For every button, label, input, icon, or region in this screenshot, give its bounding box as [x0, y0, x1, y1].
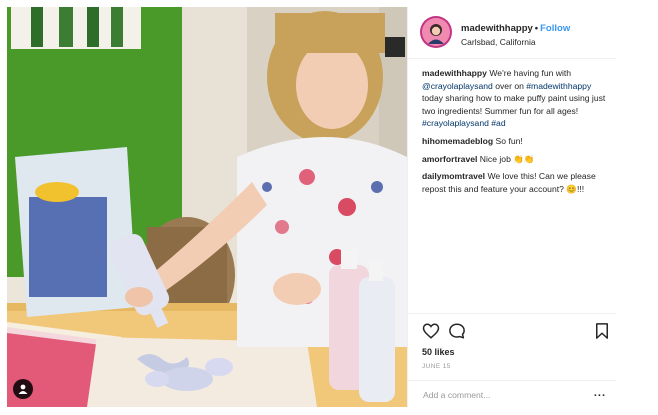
caption: madewithhappy We're having fun with @cra…	[422, 67, 610, 130]
caption-text: over on	[495, 80, 524, 91]
bookmark-icon[interactable]	[593, 322, 611, 340]
comment-item: amorfortravel Nice job 👏👏	[422, 153, 610, 166]
comment-username[interactable]: dailymomtravel	[422, 171, 485, 181]
more-options-button[interactable]: ...	[594, 387, 606, 399]
comments-section: madewithhappy We're having fun with @cra…	[422, 67, 610, 200]
comment-text: So fun!	[495, 135, 523, 146]
post-sidebar: madewithhappy • Follow Carlsbad, Californi…	[407, 7, 616, 408]
separator-dot: •	[534, 23, 539, 34]
add-comment-input[interactable]	[421, 386, 585, 404]
comment-username[interactable]: amorfortravel	[422, 154, 477, 164]
action-bar: 50 likes JUNE 15 ...	[408, 313, 616, 408]
comment-text: Nice job 👏👏	[479, 153, 535, 164]
comment-icon[interactable]	[448, 322, 466, 340]
likes-count[interactable]: 50 likes	[422, 347, 455, 357]
caption-username[interactable]: madewithhappy	[422, 68, 487, 78]
post-photo[interactable]	[7, 7, 407, 407]
caption-text: We're having fun with	[489, 68, 572, 78]
instagram-post: madewithhappy • Follow Carlsbad, Californi…	[7, 7, 616, 408]
post-date: JUNE 15	[422, 363, 451, 370]
post-location[interactable]: Carlsbad, California	[461, 37, 536, 47]
comment-item: dailymomtravel We love this! Can we plea…	[422, 170, 610, 195]
user-tag-icon[interactable]	[13, 379, 33, 399]
caption-text: today sharing how to make puffy paint us…	[422, 93, 606, 116]
author-username[interactable]: madewithhappy	[461, 23, 533, 34]
hashtag-link[interactable]: #ad	[491, 118, 505, 128]
author-line: madewithhappy • Follow	[461, 23, 570, 34]
add-comment-bar: ...	[408, 380, 616, 408]
hashtag-link[interactable]: #crayolaplaysand	[422, 118, 489, 128]
comment-item: hihomemadeblog So fun!	[422, 135, 610, 148]
post-header: madewithhappy • Follow Carlsbad, Californi…	[408, 7, 616, 59]
heart-icon[interactable]	[422, 322, 440, 340]
photo-scene	[7, 7, 407, 407]
follow-button[interactable]: Follow	[540, 23, 570, 34]
author-avatar[interactable]	[420, 16, 452, 48]
mention-link[interactable]: @crayolaplaysand	[422, 81, 493, 91]
hashtag-link[interactable]: #madewithhappy	[526, 81, 591, 91]
comment-username[interactable]: hihomemadeblog	[422, 136, 493, 146]
